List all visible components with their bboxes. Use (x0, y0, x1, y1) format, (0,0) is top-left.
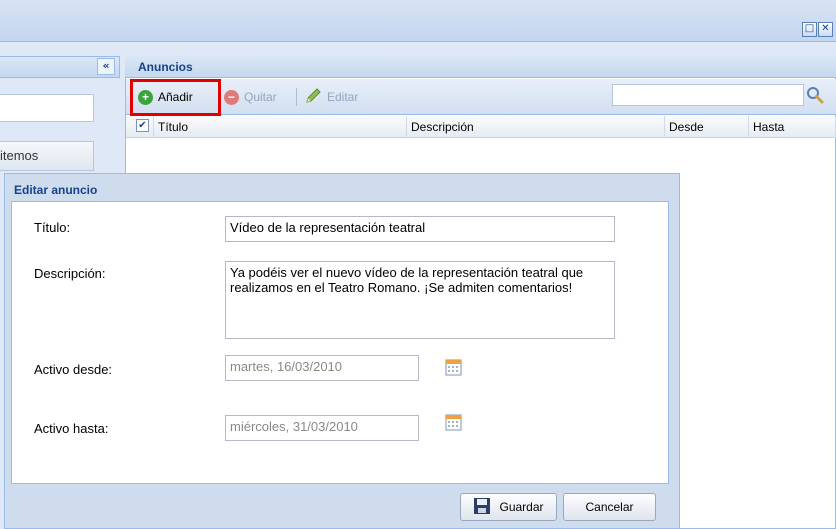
edit-button[interactable]: Editar (304, 86, 358, 108)
descripcion-label: Descripción: (34, 266, 106, 281)
remove-icon: − (224, 89, 239, 105)
column-header-descripcion[interactable]: Descripción (407, 116, 665, 138)
highlight-box (130, 79, 221, 116)
titulo-field[interactable]: Vídeo de la representación teatral (225, 216, 615, 242)
dialog-form (11, 201, 669, 484)
floppy-disk-icon (473, 497, 491, 518)
pencil-icon (304, 87, 322, 108)
cancel-button-label: Cancelar (585, 500, 634, 514)
activo-hasta-field[interactable]: miércoles, 31/03/2010 (225, 415, 419, 441)
calendar-icon[interactable] (445, 414, 463, 435)
activo-desde-label: Activo desde: (34, 362, 113, 377)
left-panel-button[interactable]: itemos (0, 141, 94, 171)
activo-hasta-label: Activo hasta: (34, 421, 109, 436)
grid-search-input[interactable] (612, 84, 804, 106)
column-header-hasta[interactable]: Hasta (749, 116, 836, 138)
main-panel-header (125, 56, 836, 78)
remove-button[interactable]: − Quitar (224, 86, 277, 108)
save-button[interactable]: Guardar (460, 493, 557, 521)
remove-button-label: Quitar (244, 90, 277, 104)
titulo-label: Título: (34, 220, 71, 235)
descripcion-field[interactable]: Ya podéis ver el nuevo vídeo de la repre… (225, 261, 615, 339)
left-panel-button-label: itemos (0, 148, 39, 163)
search-icon[interactable] (806, 86, 824, 104)
calendar-icon[interactable] (445, 359, 463, 380)
left-search-input[interactable] (0, 94, 94, 122)
activo-desde-field[interactable]: martes, 16/03/2010 (225, 355, 419, 381)
edit-button-label: Editar (327, 90, 359, 104)
toolbar-separator (296, 88, 297, 106)
top-bar (0, 0, 836, 42)
column-header-titulo[interactable]: Título (154, 116, 407, 138)
column-header-desde[interactable]: Desde (665, 116, 749, 138)
select-all-checkbox[interactable]: ✔ (136, 119, 149, 132)
close-icon[interactable]: ✕ (818, 22, 833, 37)
dialog-title: Editar anuncio (14, 183, 98, 197)
save-button-label: Guardar (499, 500, 544, 514)
maximize-icon[interactable]: □ (802, 22, 817, 37)
panel-title: Anuncios (138, 60, 193, 74)
collapse-icon[interactable]: « (97, 58, 115, 75)
cancel-button[interactable]: Cancelar (563, 493, 656, 521)
